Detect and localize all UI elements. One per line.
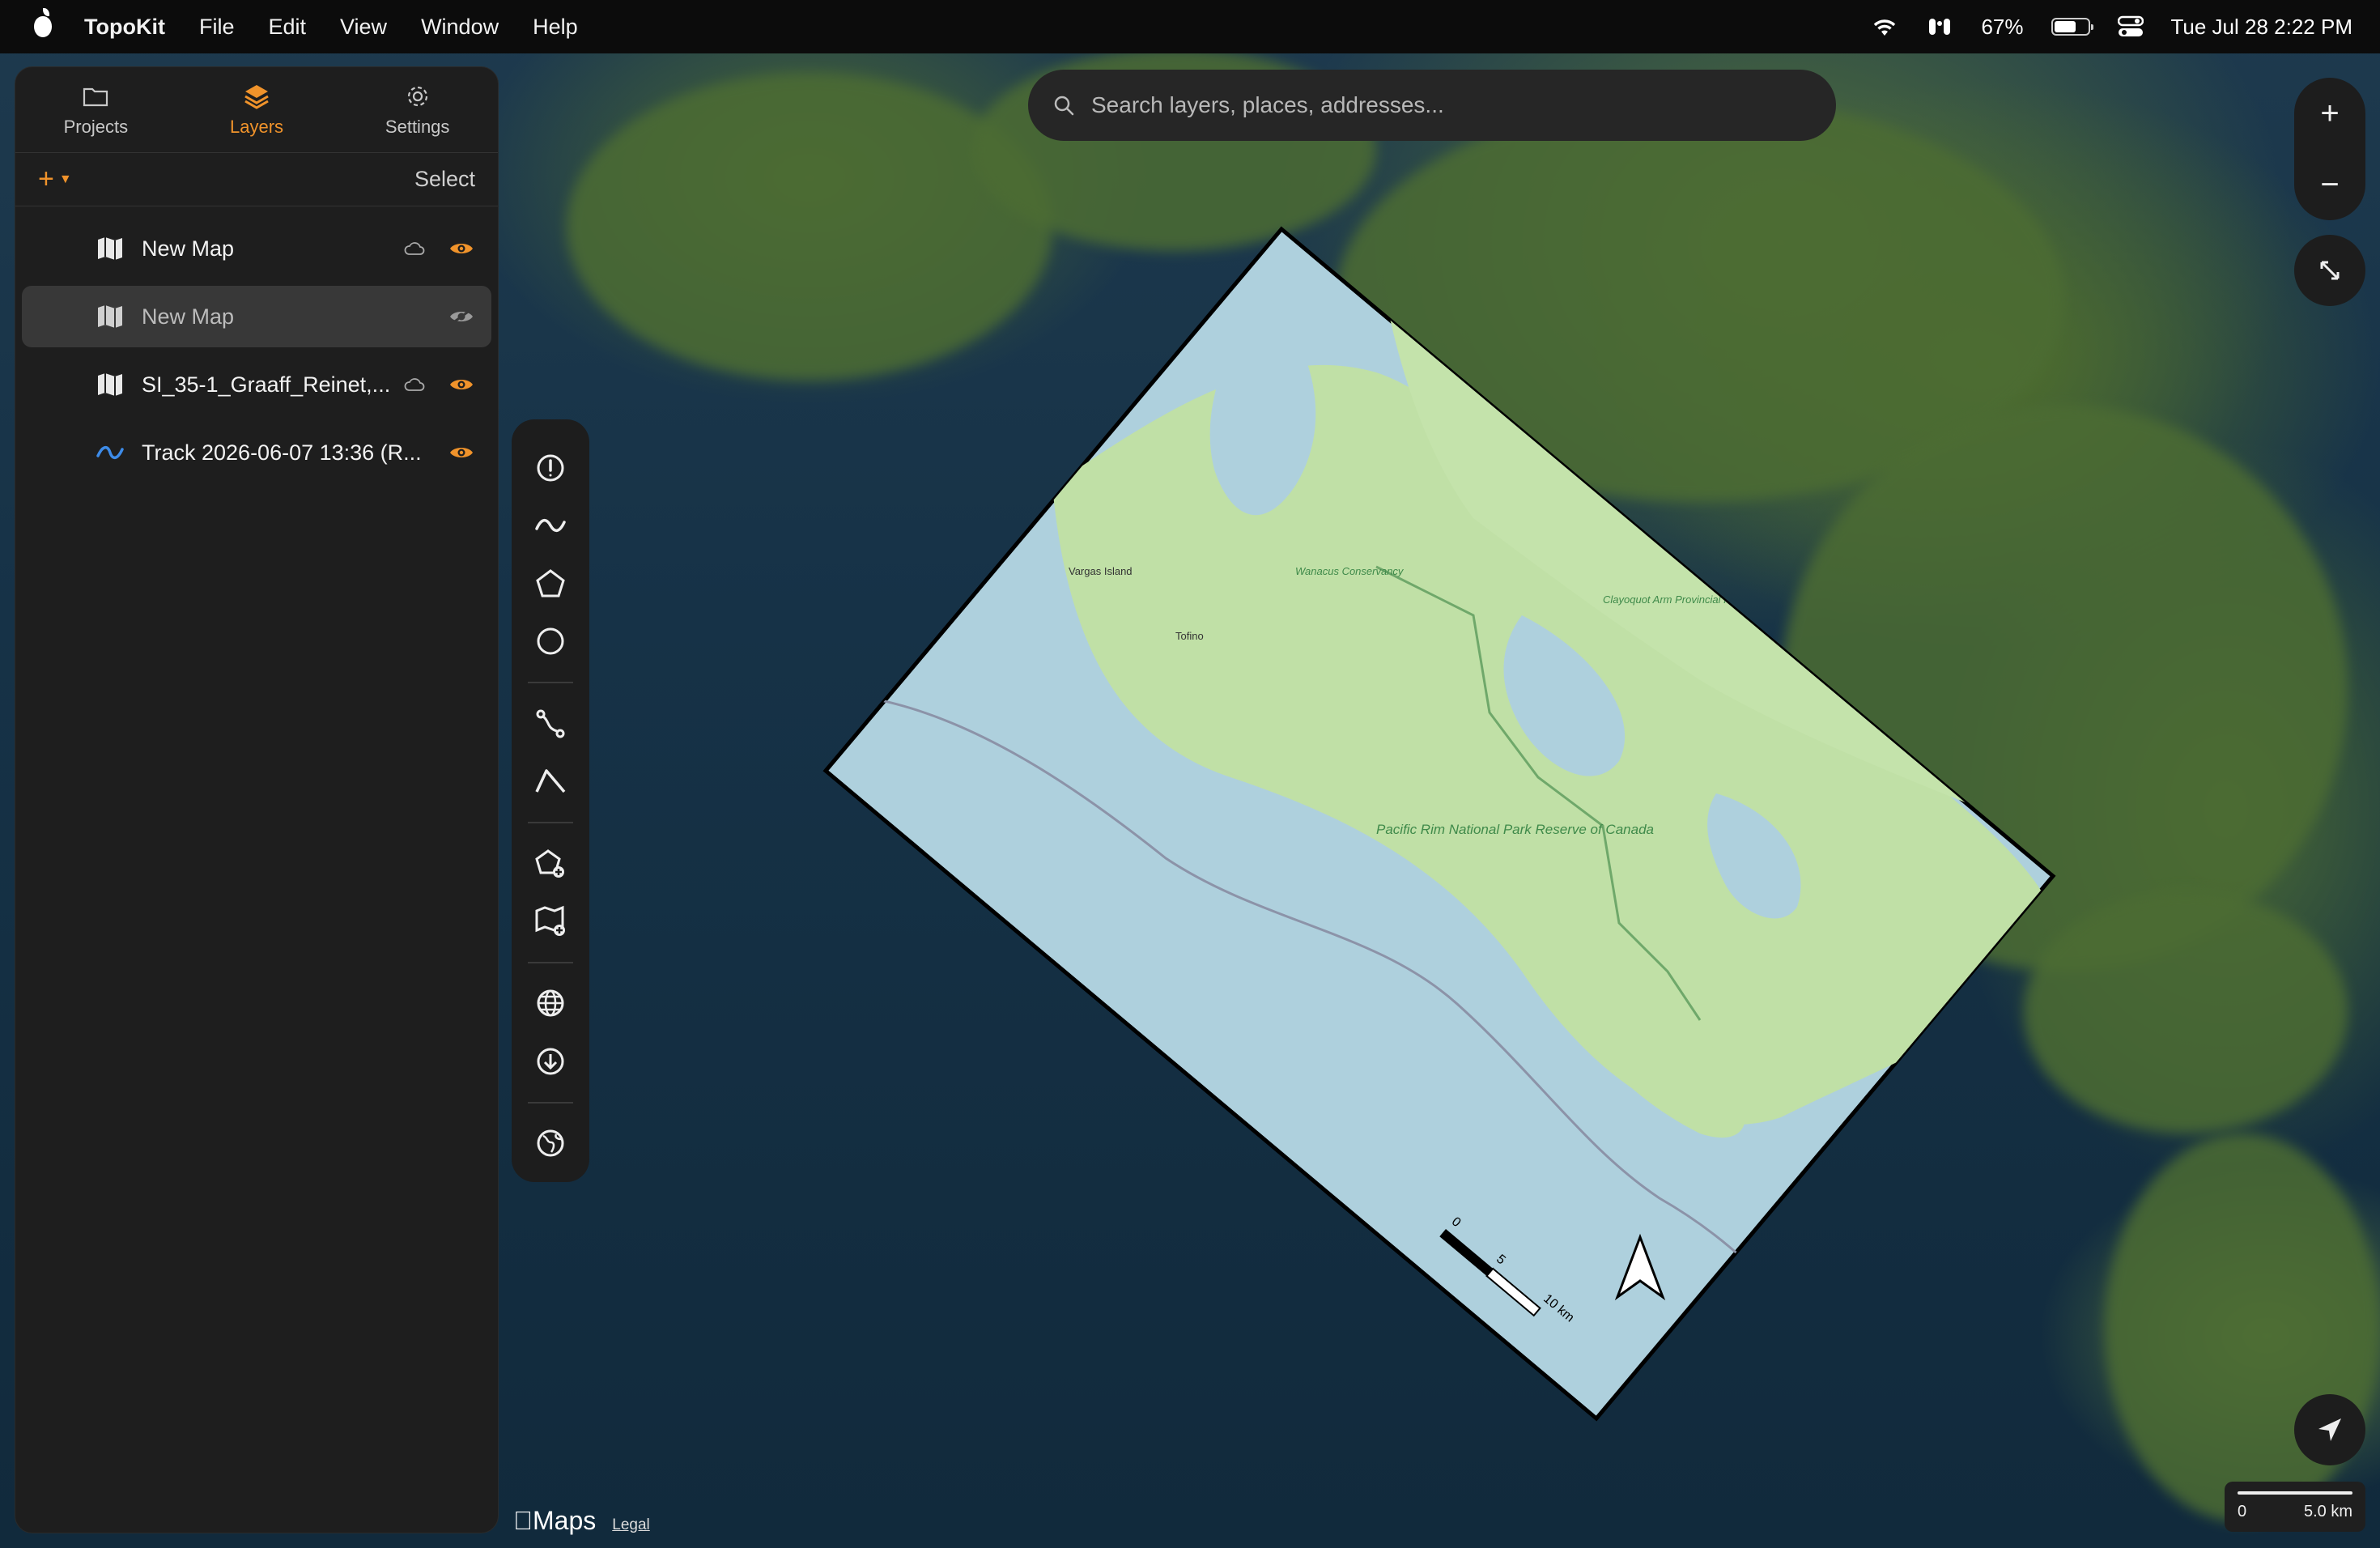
search-icon <box>1054 96 1074 116</box>
apple-icon[interactable] <box>34 8 52 37</box>
layer-row[interactable]: SI_35-1_Graaff_Reinet,... <box>22 354 491 415</box>
zoom-in-button[interactable]: + <box>2320 96 2339 132</box>
basemap-tool-button[interactable] <box>531 1125 570 1163</box>
add-map-icon <box>535 905 565 936</box>
layer-list-toolbar: + ▼ Select <box>15 153 498 206</box>
layer-name: New Map <box>142 236 235 261</box>
tab-settings[interactable]: Settings <box>337 67 498 152</box>
menu-app-name[interactable]: TopoKit <box>84 15 165 40</box>
tab-projects-label: Projects <box>63 116 129 137</box>
cloud-icon[interactable] <box>404 241 425 256</box>
tool-separator <box>528 681 573 683</box>
fullscreen-button[interactable] <box>2294 235 2365 306</box>
battery-fill <box>2054 21 2076 32</box>
locate-me-button[interactable] <box>2294 1394 2365 1465</box>
maps-label: Maps <box>513 1506 596 1535</box>
menu-window[interactable]: Window <box>421 15 499 40</box>
apple-maps-logo: Maps <box>513 1506 596 1536</box>
map-icon <box>98 237 122 260</box>
layer-row[interactable]: Track 2026-06-07 13:36 (R... <box>22 422 491 483</box>
route-icon <box>536 709 565 738</box>
zoom-controls: + − <box>2294 78 2365 220</box>
add-layer-plus: + <box>38 164 54 194</box>
add-map-button[interactable] <box>531 902 570 940</box>
battery-icon[interactable] <box>2051 18 2093 36</box>
sidebar: Projects Layers Settings + ▼ Select New M… <box>15 66 499 1533</box>
search-input[interactable] <box>1091 92 1836 118</box>
zoom-out-button[interactable]: − <box>2320 167 2339 203</box>
pentagon-icon <box>536 568 565 598</box>
track-icon <box>96 446 124 459</box>
globe-icon <box>537 989 564 1017</box>
menu-view[interactable]: View <box>340 15 387 40</box>
eye-icon[interactable] <box>449 240 474 257</box>
tab-projects[interactable]: Projects <box>15 67 176 152</box>
layer-name: New Map <box>142 304 235 329</box>
menu-file[interactable]: File <box>199 15 235 40</box>
menu-datetime[interactable]: Tue Jul 28 2:22 PM <box>2171 15 2353 40</box>
scale-end: 5.0 km <box>2303 1503 2352 1520</box>
tab-layers[interactable]: Layers <box>176 67 338 152</box>
gear-icon <box>407 86 427 106</box>
legal-link[interactable]: Legal <box>612 1516 650 1534</box>
polygon-tool-button[interactable] <box>531 564 570 602</box>
tool-separator <box>528 1101 573 1104</box>
airpods-icon[interactable] <box>1926 15 1953 38</box>
wifi-icon[interactable] <box>1871 16 1898 37</box>
elevation-tool-button[interactable] <box>531 762 570 800</box>
layer-name: SI_35-1_Graaff_Reinet,... <box>142 372 391 397</box>
layer-list: New Map New Map SI_35-1_Graaff_Reinet,..… <box>15 206 498 483</box>
eye-icon[interactable] <box>449 376 474 393</box>
map-attribution: Maps Legal <box>513 1506 650 1536</box>
add-layer-button[interactable]: + ▼ <box>38 164 72 195</box>
layer-row[interactable]: New Map <box>22 218 491 279</box>
pin-icon <box>537 454 564 482</box>
tab-layers-label: Layers <box>229 116 284 137</box>
location-arrow-icon <box>2318 1418 2341 1441</box>
map-scale: 0 5.0 km <box>2225 1482 2365 1532</box>
apple-icon:  <box>513 1506 533 1535</box>
tool-rail <box>512 419 589 1182</box>
layer-row[interactable]: New Map <box>22 286 491 347</box>
scale-start: 0 <box>2238 1503 2247 1520</box>
sidebar-tabs: Projects Layers Settings <box>15 67 498 153</box>
squiggle-icon <box>535 519 566 533</box>
expand-icon <box>2320 261 2340 280</box>
scale-bar <box>2238 1491 2352 1495</box>
world-map-icon <box>537 1129 564 1157</box>
add-shape-icon <box>535 848 564 878</box>
globe-tool-button[interactable] <box>531 985 570 1023</box>
tab-settings-label: Settings <box>385 116 450 137</box>
circle-tool-button[interactable] <box>531 622 570 660</box>
tool-separator <box>528 821 573 823</box>
circle-icon <box>537 627 564 655</box>
chevron-down-icon: ▼ <box>58 172 72 186</box>
select-button[interactable]: Select <box>414 167 475 192</box>
add-shape-button[interactable] <box>531 844 570 882</box>
folder-icon <box>83 87 108 106</box>
menu-bar: TopoKit File Edit View Window Help 67% T… <box>0 0 2380 53</box>
menu-help[interactable]: Help <box>533 15 578 40</box>
route-tool-button[interactable] <box>531 704 570 742</box>
layers-icon <box>244 84 269 109</box>
menu-edit[interactable]: Edit <box>268 15 306 40</box>
control-center-icon[interactable] <box>2117 15 2144 38</box>
map-icon <box>98 305 122 328</box>
eye-slash-icon[interactable] <box>449 308 474 325</box>
layer-name: Track 2026-06-07 13:36 (R... <box>142 440 422 465</box>
tool-separator <box>528 961 573 963</box>
cloud-icon[interactable] <box>404 377 425 392</box>
eye-icon[interactable] <box>449 444 474 461</box>
point-tool-button[interactable] <box>531 449 570 487</box>
battery-percent: 67% <box>1981 14 2024 39</box>
line-tool-button[interactable] <box>531 506 570 544</box>
search-bar[interactable] <box>1028 70 1836 141</box>
elevation-profile-icon <box>535 769 566 793</box>
download-tool-button[interactable] <box>531 1042 570 1080</box>
download-icon <box>537 1048 564 1075</box>
map-icon <box>98 373 122 396</box>
